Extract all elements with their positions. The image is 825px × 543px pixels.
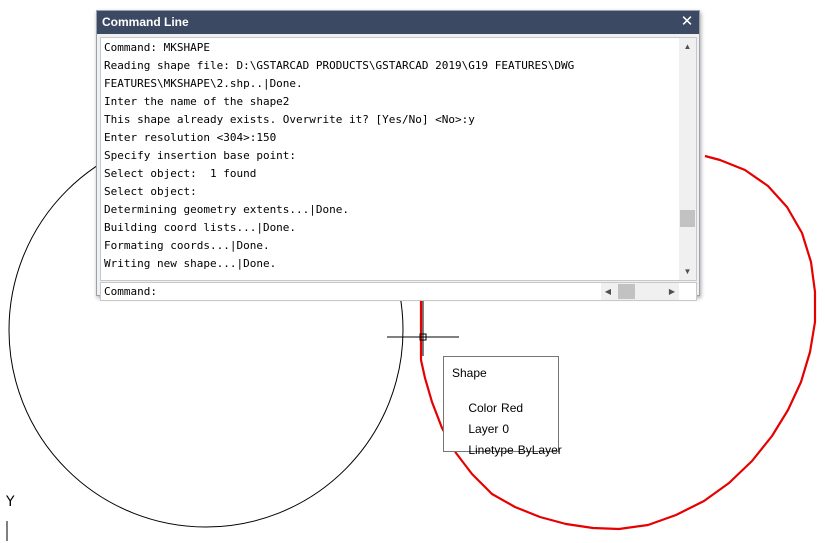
command-line-titlebar[interactable]: Command Line ✕ (97, 11, 699, 34)
history-line: Command: MKSHAPE (104, 41, 210, 54)
history-line: Select object: 1 found (104, 167, 257, 180)
tooltip-row-linetype: Linetype ByLayer (455, 429, 562, 471)
history-line: Writing new shape...|Done. (104, 257, 277, 270)
horizontal-scroll-thumb[interactable] (618, 284, 635, 299)
scroll-right-arrow-icon[interactable]: ▶ (665, 283, 679, 300)
history-line: This shape already exists. Overwrite it?… (104, 113, 475, 126)
command-line-window[interactable]: Command Line ✕ Command: MKSHAPE Reading s… (96, 10, 700, 301)
command-history[interactable]: Command: MKSHAPE Reading shape file: D:\G… (100, 37, 697, 281)
vertical-scrollbar[interactable]: ▲ ▼ (679, 38, 696, 280)
command-input[interactable]: Command: ◀ ▶ (100, 282, 697, 301)
history-line: Determining geometry extents...|Done. (104, 203, 350, 216)
crosshair-cursor (387, 297, 459, 356)
tooltip-label: Linetype (468, 443, 514, 457)
history-line: Building coord lists...|Done. (104, 221, 297, 234)
close-icon[interactable]: ✕ (679, 12, 695, 32)
tooltip-value: ByLayer (517, 443, 562, 457)
window-title: Command Line (102, 15, 189, 29)
history-line: Formating coords...|Done. (104, 239, 270, 252)
vertical-scroll-thumb[interactable] (680, 210, 695, 227)
history-line: Specify insertion base point: (104, 149, 297, 162)
command-prompt: Command: (104, 285, 157, 298)
history-text: Command: MKSHAPE Reading shape file: D:\G… (104, 39, 676, 273)
history-line: Enter resolution <304>:150 (104, 131, 277, 144)
object-properties-tooltip: Shape Color Red Layer 0 Linetype ByLayer (443, 356, 562, 457)
history-line: FEATURES\MKSHAPE\2.shp..|Done. (104, 77, 303, 90)
history-line: Inter the name of the shape2 (104, 95, 290, 108)
horizontal-scrollbar[interactable]: ◀ ▶ (601, 283, 679, 300)
tooltip-title: Shape (452, 366, 487, 380)
scroll-down-arrow-icon[interactable]: ▼ (679, 263, 696, 280)
history-line: Reading shape file: D:\GSTARCAD PRODUCTS… (104, 59, 575, 72)
scroll-left-arrow-icon[interactable]: ◀ (601, 283, 615, 300)
scroll-up-arrow-icon[interactable]: ▲ (679, 38, 696, 55)
history-line: Select object: (104, 185, 197, 198)
ucs-y-label: Y (6, 494, 15, 510)
